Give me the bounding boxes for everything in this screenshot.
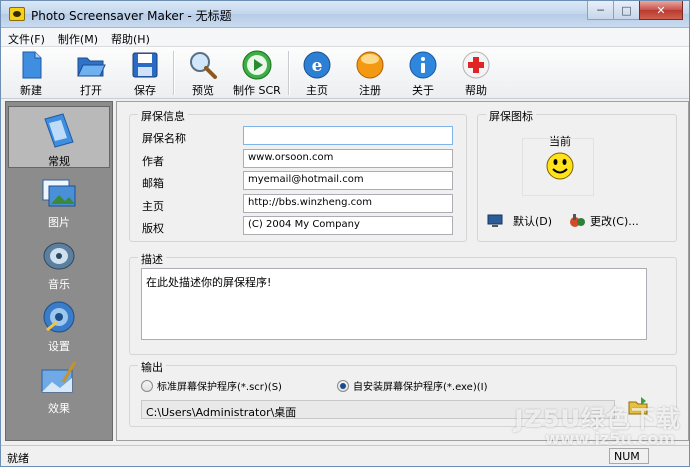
author-input[interactable]: www.orsoon.com — [243, 149, 453, 168]
copyright-label: 版权 — [142, 222, 164, 235]
current-icon-preview — [522, 138, 594, 196]
name-label: 屏保名称 — [142, 132, 186, 145]
help-cross-icon — [460, 49, 492, 81]
change-icon-tools-icon — [570, 214, 585, 227]
maximize-icon: □ — [621, 3, 632, 17]
title-bar: Photo Screensaver Maker - 无标题 ─ □ ✕ — [1, 1, 689, 28]
close-button[interactable]: ✕ — [639, 1, 683, 20]
status-text: 就绪 — [7, 452, 29, 465]
toolbar: 新建 打开 保存 预览 制作 SCR e 主页 注册 关于 帮助 — [1, 47, 689, 99]
nav-item-settings[interactable]: 设置 — [8, 292, 110, 354]
copyright-input[interactable]: (C) 2004 My Company — [243, 216, 453, 235]
app-window: Photo Screensaver Maker - 无标题 ─ □ ✕ 文件(F… — [0, 0, 690, 467]
homepage-label: 主页 — [142, 200, 164, 213]
change-icon-button[interactable]: 更改(C)... — [569, 213, 639, 229]
about-button[interactable]: 关于 — [407, 49, 439, 97]
description-textarea[interactable]: 在此处描述你的屏保程序! — [141, 268, 647, 340]
maximize-button[interactable]: □ — [613, 1, 639, 20]
main-panel: 屏保信息 屏保名称 作者 www.orsoon.com 邮箱 myemail@h… — [116, 101, 689, 441]
screensaver-info-title: 屏保信息 — [138, 108, 188, 124]
window-title: Photo Screensaver Maker - 无标题 — [31, 9, 232, 23]
radio-exe-indicator — [337, 379, 349, 392]
general-page-icon — [39, 111, 79, 151]
author-label: 作者 — [142, 155, 164, 168]
open-folder-icon — [75, 49, 107, 81]
screensaver-icon-title: 屏保图标 — [486, 108, 536, 124]
menu-file[interactable]: 文件(F) — [1, 28, 51, 46]
close-icon: ✕ — [656, 3, 666, 17]
radio-scr-indicator — [141, 379, 153, 392]
minimize-button[interactable]: ─ — [587, 1, 613, 20]
effects-picture-icon — [39, 358, 79, 398]
new-button[interactable]: 新建 — [15, 49, 47, 97]
screensaver-name-input[interactable] — [243, 126, 453, 145]
nav-item-music[interactable]: 音乐 — [8, 230, 110, 292]
play-icon — [241, 49, 273, 81]
minimize-icon: ─ — [597, 3, 604, 17]
menu-help[interactable]: 帮助(H) — [104, 28, 156, 46]
home-button[interactable]: e 主页 — [301, 49, 333, 97]
description-title: 描述 — [138, 251, 166, 267]
magnifier-icon — [187, 49, 219, 81]
svg-text:e: e — [312, 56, 323, 76]
settings-gear-icon — [39, 296, 79, 336]
nav-item-general[interactable]: 常规 — [8, 106, 110, 168]
nav-item-images[interactable]: 图片 — [8, 168, 110, 230]
save-button[interactable]: 保存 — [129, 49, 161, 97]
email-input[interactable]: myemail@hotmail.com — [243, 171, 453, 190]
app-smiley-icon — [9, 7, 25, 21]
info-icon — [407, 49, 439, 81]
register-orb-icon — [354, 49, 386, 81]
images-icon — [39, 172, 79, 212]
num-lock-indicator: NUM — [609, 448, 649, 464]
status-bar: 就绪 NUM — [1, 445, 689, 466]
nav-item-effects[interactable]: 效果 — [8, 354, 110, 416]
homepage-input[interactable]: http://bbs.winzheng.com — [243, 194, 453, 213]
speaker-icon — [39, 234, 79, 274]
monitor-icon — [487, 214, 503, 227]
save-disk-icon — [129, 49, 161, 81]
email-label: 邮箱 — [142, 177, 164, 190]
left-nav: 常规 图片 音乐 设置 效果 — [5, 101, 113, 441]
output-scr-radio[interactable]: 标准屏幕保护程序(*.scr)(S) — [141, 378, 282, 393]
default-icon-button[interactable]: 默认(D) — [487, 213, 552, 229]
output-title: 输出 — [138, 359, 166, 375]
smiley-icon — [546, 152, 574, 180]
output-exe-radio[interactable]: 自安装屏幕保护程序(*.exe)(I) — [337, 378, 487, 393]
make-scr-button[interactable]: 制作 SCR — [233, 49, 281, 97]
menu-bar: 文件(F) 制作(M) 帮助(H) — [1, 28, 689, 47]
preview-button[interactable]: 预览 — [187, 49, 219, 97]
register-button[interactable]: 注册 — [354, 49, 386, 97]
new-document-icon — [15, 49, 47, 81]
internet-explorer-icon: e — [301, 49, 333, 81]
open-button[interactable]: 打开 — [75, 49, 107, 97]
menu-make[interactable]: 制作(M) — [51, 28, 104, 46]
help-button[interactable]: 帮助 — [460, 49, 492, 97]
